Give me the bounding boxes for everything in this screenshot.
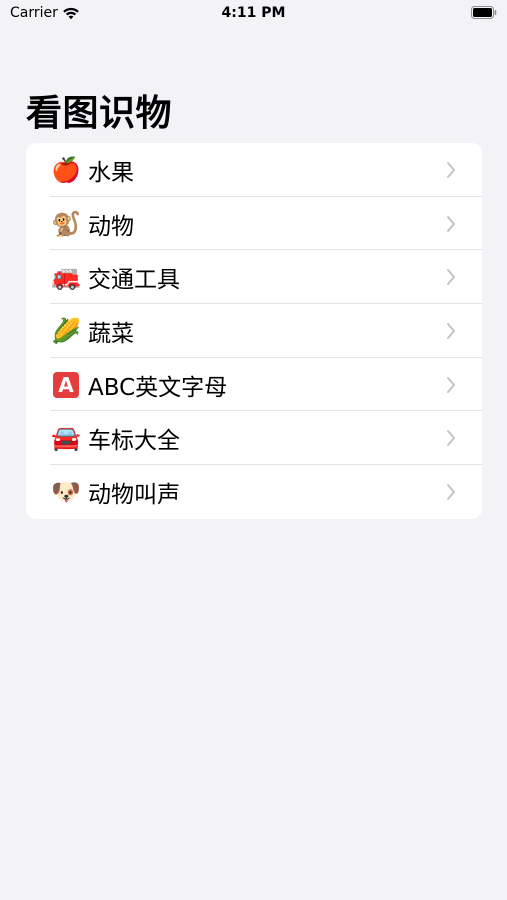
chevron-right-icon [447,483,455,500]
chevron-right-icon [447,376,455,393]
status-bar: Carrier 4:11 PM [0,0,507,28]
category-list: 🍎 水果 🐒 动物 🚒 交通工具 🌽 蔬菜 A ABC英文字母 🚘 车标大全 🐶 动物叫声 [26,143,482,519]
list-item[interactable]: A ABC英文字母 [26,358,482,412]
list-item[interactable]: 🍎 水果 [26,143,482,197]
chevron-right-icon [447,269,455,286]
list-item-label: 水果 [88,159,134,186]
letter-a-icon: A [50,371,82,398]
status-time: 4:11 PM [221,5,286,21]
battery-icon [471,6,497,19]
monkey-icon: 🐒 [51,209,81,238]
list-item-label: 蔬菜 [88,320,134,347]
page-title: 看图识物 [26,93,173,134]
fire-engine-icon: 🚒 [51,263,81,292]
chevron-right-icon [447,430,455,447]
car-icon: 🚘 [51,424,81,453]
list-item-label: 交通工具 [88,267,180,294]
chevron-right-icon [447,161,455,178]
list-item[interactable]: 🌽 蔬菜 [26,304,482,358]
chevron-right-icon [447,215,455,232]
corn-icon: 🌽 [51,316,81,345]
list-item-label: 车标大全 [88,428,180,455]
list-item-label: ABC英文字母 [88,374,228,401]
list-item-label: 动物 [88,213,134,240]
list-item[interactable]: 🐶 动物叫声 [26,465,482,519]
list-item-label: 动物叫声 [88,481,180,508]
list-item[interactable]: 🐒 动物 [26,197,482,251]
apple-icon: 🍎 [51,155,81,184]
dog-icon: 🐶 [51,477,81,506]
list-item[interactable]: 🚒 交通工具 [26,250,482,304]
chevron-right-icon [447,322,455,339]
list-item[interactable]: 🚘 车标大全 [26,411,482,465]
